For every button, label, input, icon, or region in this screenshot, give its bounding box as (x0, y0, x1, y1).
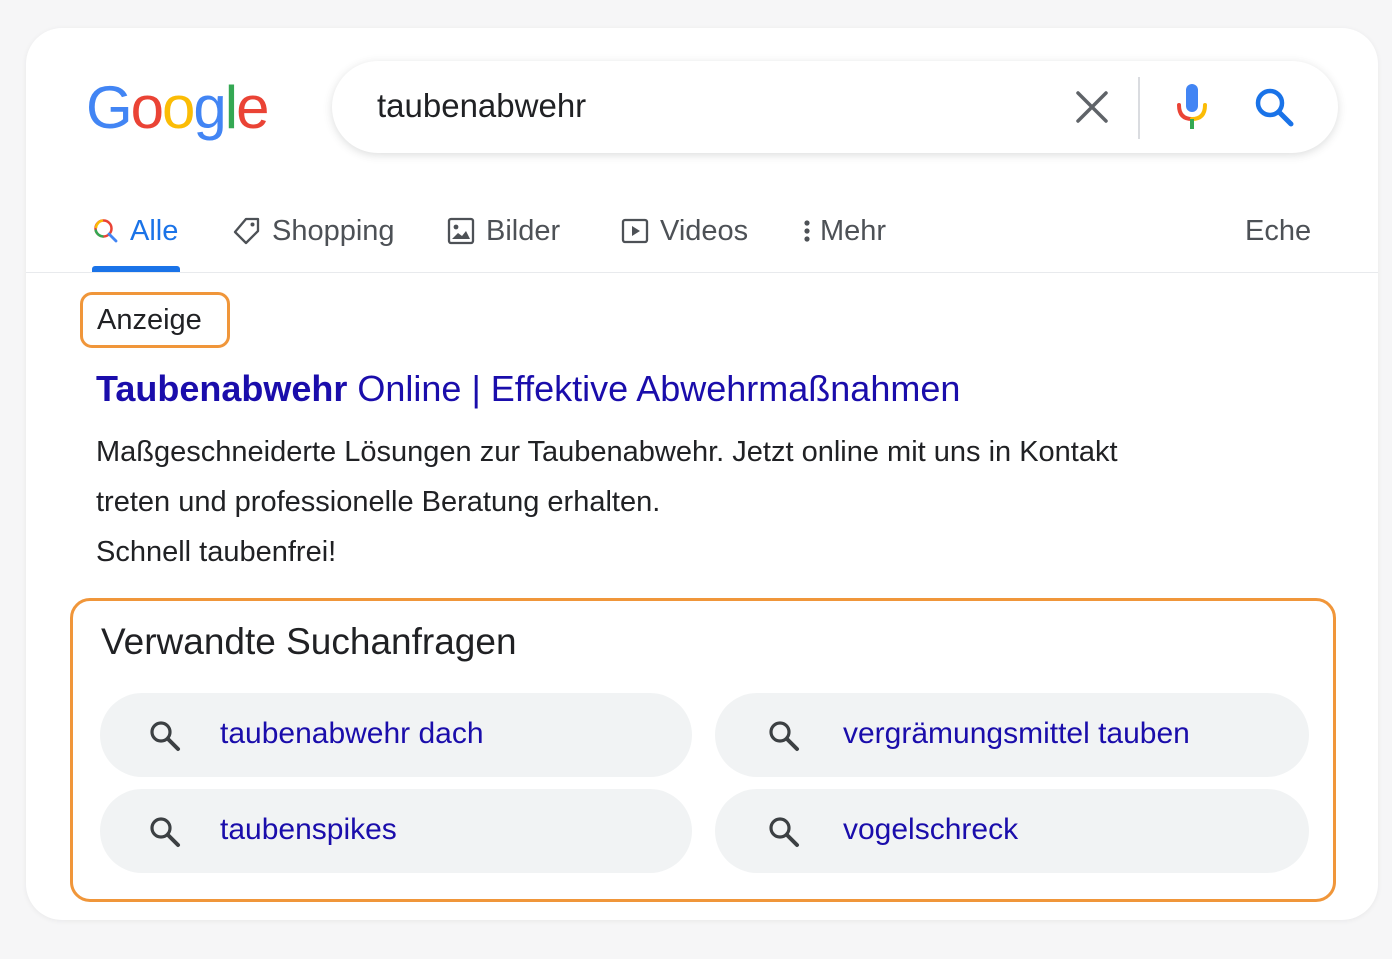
tab-label: Shopping (272, 214, 395, 247)
voice-search-button[interactable] (1170, 81, 1214, 135)
tab-shopping[interactable]: Shopping (232, 208, 395, 254)
microphone-icon (1177, 84, 1207, 129)
search-box[interactable]: taubenabwehr (332, 61, 1338, 153)
tab-videos[interactable]: Videos (620, 208, 748, 254)
tag-icon (233, 217, 260, 245)
related-search-chip[interactable]: taubenspikes (100, 789, 692, 873)
related-search-label: taubenabwehr dach (220, 717, 484, 750)
more-vert-icon (804, 220, 810, 242)
search-input[interactable]: taubenabwehr (377, 87, 586, 125)
search-submit-button[interactable] (1250, 83, 1300, 133)
tab-label: Bilder (486, 214, 561, 247)
ad-title-bold: Taubenabwehr (96, 368, 348, 409)
ad-description-line: Maßgeschneiderte Lösungen zur Taubenabwe… (96, 436, 1118, 468)
logo-letter: e (236, 74, 269, 141)
play-icon (621, 218, 649, 244)
google-logo[interactable]: Google (86, 70, 270, 146)
related-search-chip[interactable]: vogelschreck (715, 789, 1309, 873)
ad-description: Maßgeschneiderte Lösungen zur Taubenabwe… (96, 427, 1256, 577)
search-icon (769, 817, 799, 847)
tab-eche[interactable]: Eche (1245, 208, 1311, 254)
tab-label: Videos (660, 214, 749, 247)
clear-button[interactable] (1070, 85, 1114, 129)
tab-label: Mehr (820, 214, 887, 247)
ad-description-line: Schnell taubenfrei! (96, 536, 337, 568)
search-icon (769, 721, 799, 751)
tab-bilder[interactable]: Bilder (446, 208, 560, 254)
image-icon (447, 217, 475, 245)
tab-label: Eche (1245, 214, 1312, 247)
logo-letter: l (224, 74, 238, 141)
ad-description-line: treten und professionelle Beratung erhal… (96, 486, 661, 518)
related-search-label: vogelschreck (843, 813, 1019, 846)
search-tabs: Alle Shopping Bilder Videos Mehr Eche (0, 200, 1392, 272)
search-box-divider (1138, 77, 1140, 139)
search-icon (1255, 88, 1294, 127)
related-search-label: vergrämungsmittel tauben (843, 717, 1190, 750)
logo-letter: G (86, 74, 133, 141)
related-search-chip[interactable]: taubenabwehr dach (100, 693, 692, 777)
close-icon (1076, 91, 1108, 123)
tabs-divider (26, 272, 1378, 273)
logo-letter: g (193, 74, 226, 141)
logo-letter: o (162, 74, 195, 141)
tab-mehr[interactable]: Mehr (800, 208, 886, 254)
search-icon (150, 721, 180, 751)
ad-title-rest: Online | Effektive Abwehrmaßnahmen (347, 368, 961, 409)
tab-label: Alle (130, 214, 179, 247)
related-search-chip[interactable]: vergrämungsmittel tauben (715, 693, 1309, 777)
ad-title-link[interactable]: Taubenabwehr Online | Effektive Abwehrma… (96, 368, 960, 410)
related-searches: Verwandte Suchanfragen taubenabwehr dach… (70, 598, 1336, 902)
search-icon (94, 219, 118, 243)
related-searches-title: Verwandte Suchanfragen (101, 621, 517, 662)
tab-alle[interactable]: Alle (92, 208, 178, 254)
search-icon (150, 817, 180, 847)
ad-label: Anzeige (80, 292, 230, 348)
logo-letter: o (130, 74, 164, 141)
related-search-label: taubenspikes (220, 813, 397, 846)
